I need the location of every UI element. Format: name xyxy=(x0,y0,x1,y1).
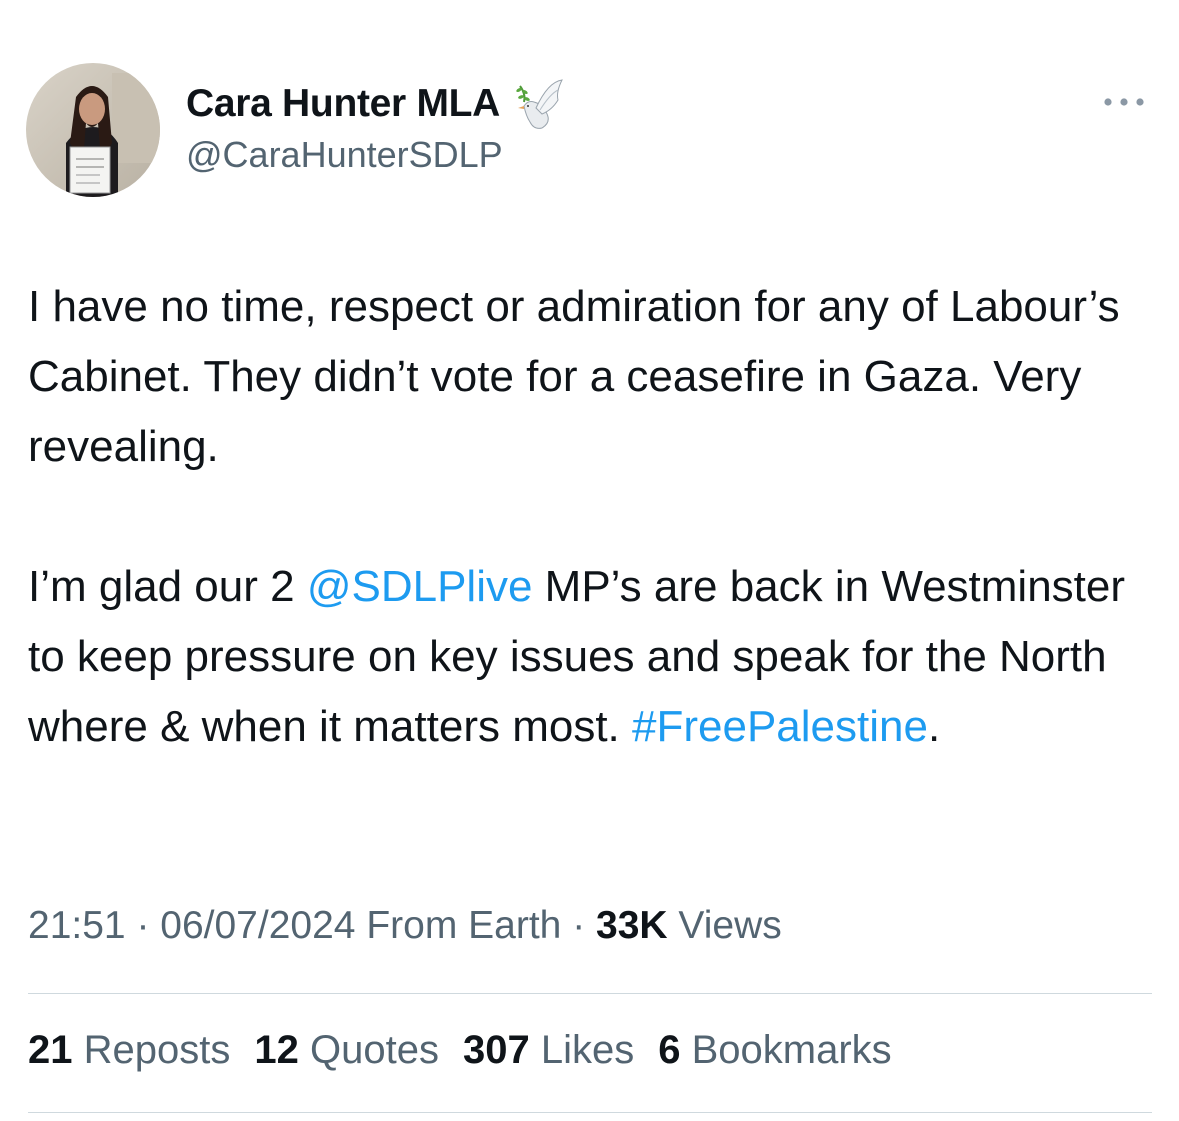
divider xyxy=(28,993,1152,994)
likes-stat[interactable]: 307 Likes xyxy=(463,1028,634,1073)
divider xyxy=(28,1112,1152,1113)
meta-separator: · xyxy=(125,904,161,947)
reposts-stat[interactable]: 21 Reposts xyxy=(28,1028,230,1073)
dove-icon xyxy=(512,76,564,132)
engagement-stats: 21 Reposts 12 Quotes 307 Likes 6 Bookmar… xyxy=(28,1028,892,1073)
author-name-row[interactable]: Cara Hunter MLA xyxy=(186,76,564,132)
tweet-meta: 21:51 · 06/07/2024 From Earth · 33K View… xyxy=(28,904,782,948)
bookmarks-label: Bookmarks xyxy=(691,1028,892,1072)
bookmarks-count: 6 xyxy=(658,1028,681,1072)
tweet-location: From Earth xyxy=(355,904,562,947)
reposts-count: 21 xyxy=(28,1028,73,1072)
views-count[interactable]: 33K xyxy=(596,904,668,947)
likes-label: Likes xyxy=(540,1028,635,1072)
meta-separator: · xyxy=(561,904,597,947)
reposts-label: Reposts xyxy=(83,1028,231,1072)
tweet-text-segment: . xyxy=(927,702,941,751)
avatar[interactable] xyxy=(26,63,160,197)
more-options-icon[interactable] xyxy=(1100,92,1148,112)
views-label[interactable]: Views xyxy=(668,904,781,947)
tweet-paragraph-2: I’m glad our 2 @SDLPlive MP’s are back i… xyxy=(28,552,1158,762)
tweet-text-segment: I’m glad our 2 xyxy=(28,562,307,611)
display-name[interactable]: Cara Hunter MLA xyxy=(186,82,500,126)
quotes-stat[interactable]: 12 Quotes xyxy=(254,1028,439,1073)
bookmarks-stat[interactable]: 6 Bookmarks xyxy=(658,1028,891,1073)
tweet-paragraph-1: I have no time, respect or admiration fo… xyxy=(28,282,1120,471)
likes-count: 307 xyxy=(462,1028,530,1072)
quotes-count: 12 xyxy=(254,1028,299,1072)
tweet-date[interactable]: 06/07/2024 xyxy=(160,904,355,947)
tweet-text: I have no time, respect or admiration fo… xyxy=(28,272,1158,762)
tweet-time[interactable]: 21:51 xyxy=(28,904,126,947)
author-handle[interactable]: @CaraHunterSDLP xyxy=(186,134,503,176)
mention-link[interactable]: @SDLPlive xyxy=(307,562,533,611)
quotes-label: Quotes xyxy=(310,1028,439,1072)
hashtag-link[interactable]: #FreePalestine xyxy=(632,702,928,751)
